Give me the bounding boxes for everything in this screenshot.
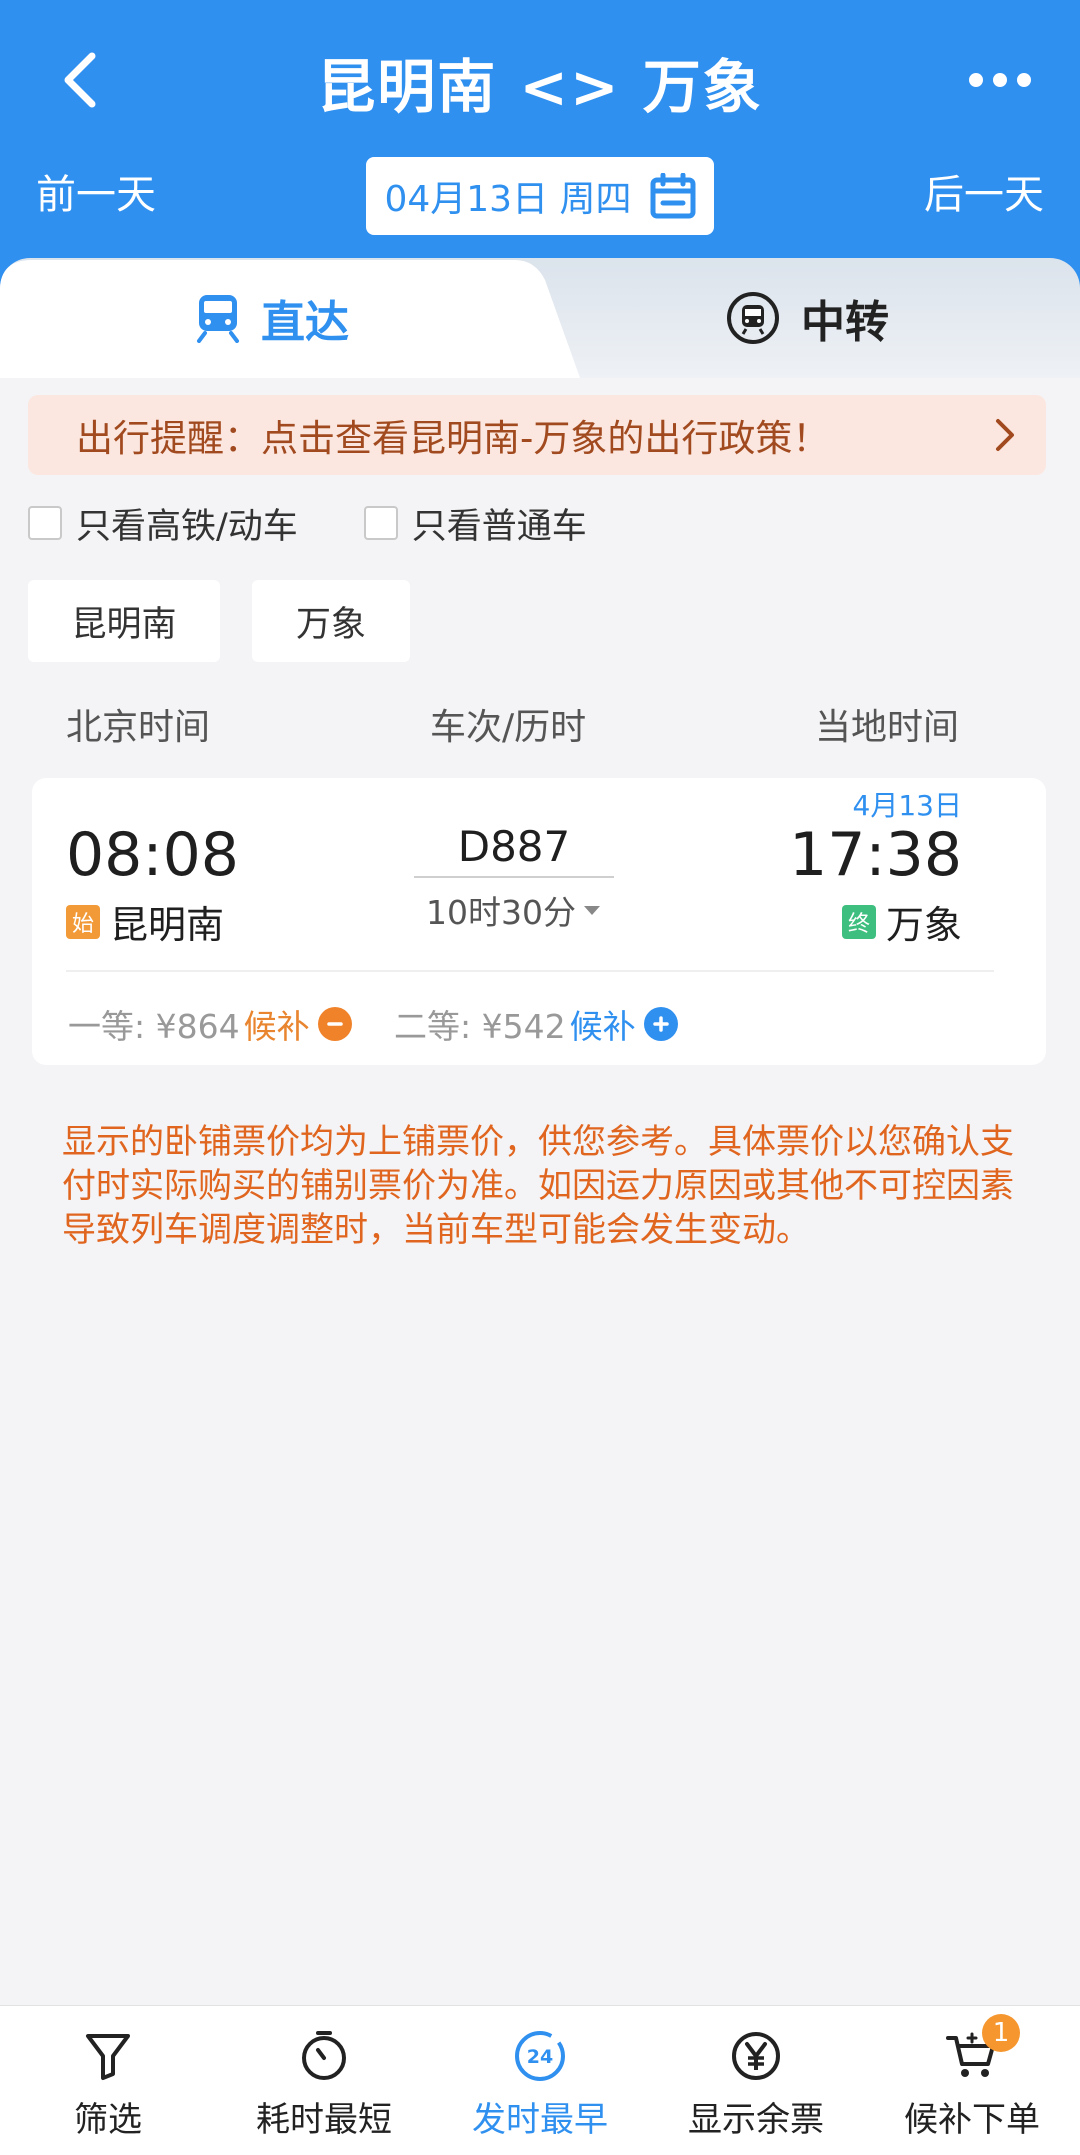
bottom-bar: 筛选 耗时最短 24 发时最早 显示余票 1 候补下单 [0,2005,1080,2155]
bottom-waitlist[interactable]: 1 候补下单 [864,2006,1080,2155]
seat-first-label: 一等: ¥864 [68,1007,240,1046]
seat-second-status: 候补 [569,1007,636,1046]
yen-icon [732,2032,780,2080]
column-header-train: 车次/历时 [430,707,587,748]
filter-normal[interactable]: 只看普通车 [363,498,587,549]
filter-row: 只看高铁/动车 只看普通车 [28,498,653,548]
page-title: 昆明南 <> 万象 [317,53,763,121]
transfer-icon [727,292,779,344]
arrive-station: 终 万象 [841,894,962,949]
arrive-date: 4月13日 [852,789,962,822]
train-divider [414,876,614,878]
column-header-depart: 北京时间 [66,707,211,748]
card-divider [66,970,994,972]
svg-text:24: 24 [527,2046,553,2068]
seat-second-label: 二等: ¥542 [394,1007,566,1046]
bottom-filter[interactable]: 筛选 [0,2006,216,2155]
more-button[interactable] [960,55,1040,105]
date-text: 04月13日 周四 [384,179,632,220]
waitlist-badge: 1 [982,2014,1020,2052]
back-arrow-icon [64,52,96,108]
station-chip-to[interactable]: 万象 [252,580,410,662]
header: 昆明南 <> 万象 前一天 04月13日 周四 后一天 [0,0,1080,300]
tab-direct[interactable]: 直达 [195,258,349,378]
chevron-right-icon [996,419,1014,451]
train-number: D887 [457,822,571,871]
train-icon [197,295,239,343]
column-header-arrive: 当地时间 [815,707,960,748]
minus-icon[interactable] [317,1007,352,1041]
arrive-time: 17:38 [789,820,962,890]
duration-toggle[interactable]: 10时30分 [414,886,614,934]
seat-first-status: 候补 [243,1007,310,1046]
seat-first-class[interactable]: 一等: ¥864 候补 [68,1000,352,1048]
fare-disclaimer: 显示的卧铺票价均为上铺票价，供您参考。具体票价以您确认支付时实际购买的铺别票价为… [62,1122,1014,1250]
filter-high-speed[interactable]: 只看高铁/动车 [28,498,298,549]
seat-second-class[interactable]: 二等: ¥542 候补 [394,1000,678,1048]
train-card[interactable]: 08:08 始 昆明南 D887 10时30分 4月13日 17:38 终 万象… [32,778,1046,1065]
notice-text: 出行提醒：点击查看昆明南-万象的出行政策！ [76,417,830,460]
bottom-remaining-label: 显示余票 [688,2100,824,2140]
tab-direct-label: 直达 [261,297,349,348]
more-dots-icon [969,73,1031,87]
normal-label: 只看普通车 [411,506,587,547]
tab-transfer[interactable]: 中转 [725,258,889,378]
next-day-button[interactable]: 后一天 [924,162,1044,220]
arrive-station-name: 万象 [885,903,962,947]
start-tag: 始 [66,904,100,939]
plus-icon[interactable] [643,1007,678,1041]
clock-24-icon: 24 [515,2031,565,2081]
end-tag: 终 [841,904,876,939]
depart-time: 08:08 [66,820,239,890]
tab-transfer-label: 中转 [801,297,889,348]
back-button[interactable] [50,45,110,115]
high-speed-label: 只看高铁/动车 [76,506,298,547]
bottom-earliest[interactable]: 24 发时最早 [432,2006,648,2155]
tab-bar: 直达 中转 [0,258,1080,378]
bottom-shortest[interactable]: 耗时最短 [216,2006,432,2155]
travel-notice[interactable]: 出行提醒：点击查看昆明南-万象的出行政策！ [28,395,1046,475]
filter-icon [86,2034,130,2080]
duration-text: 10时30分 [426,893,576,932]
calendar-icon [650,173,696,219]
bottom-filter-label: 筛选 [74,2100,142,2140]
timer-icon [302,2031,346,2080]
depart-station-name: 昆明南 [110,903,225,947]
caret-down-icon [583,906,600,915]
prev-day-button[interactable]: 前一天 [36,162,156,220]
normal-checkbox[interactable] [363,506,398,540]
bottom-waitlist-label: 候补下单 [904,2100,1040,2140]
depart-station: 始 昆明南 [66,894,224,949]
date-picker[interactable]: 04月13日 周四 [366,157,714,235]
bottom-shortest-label: 耗时最短 [256,2100,392,2140]
bottom-remaining[interactable]: 显示余票 [648,2006,864,2155]
bottom-earliest-label: 发时最早 [472,2100,608,2140]
high-speed-checkbox[interactable] [28,506,62,540]
station-chip-from[interactable]: 昆明南 [28,580,220,662]
